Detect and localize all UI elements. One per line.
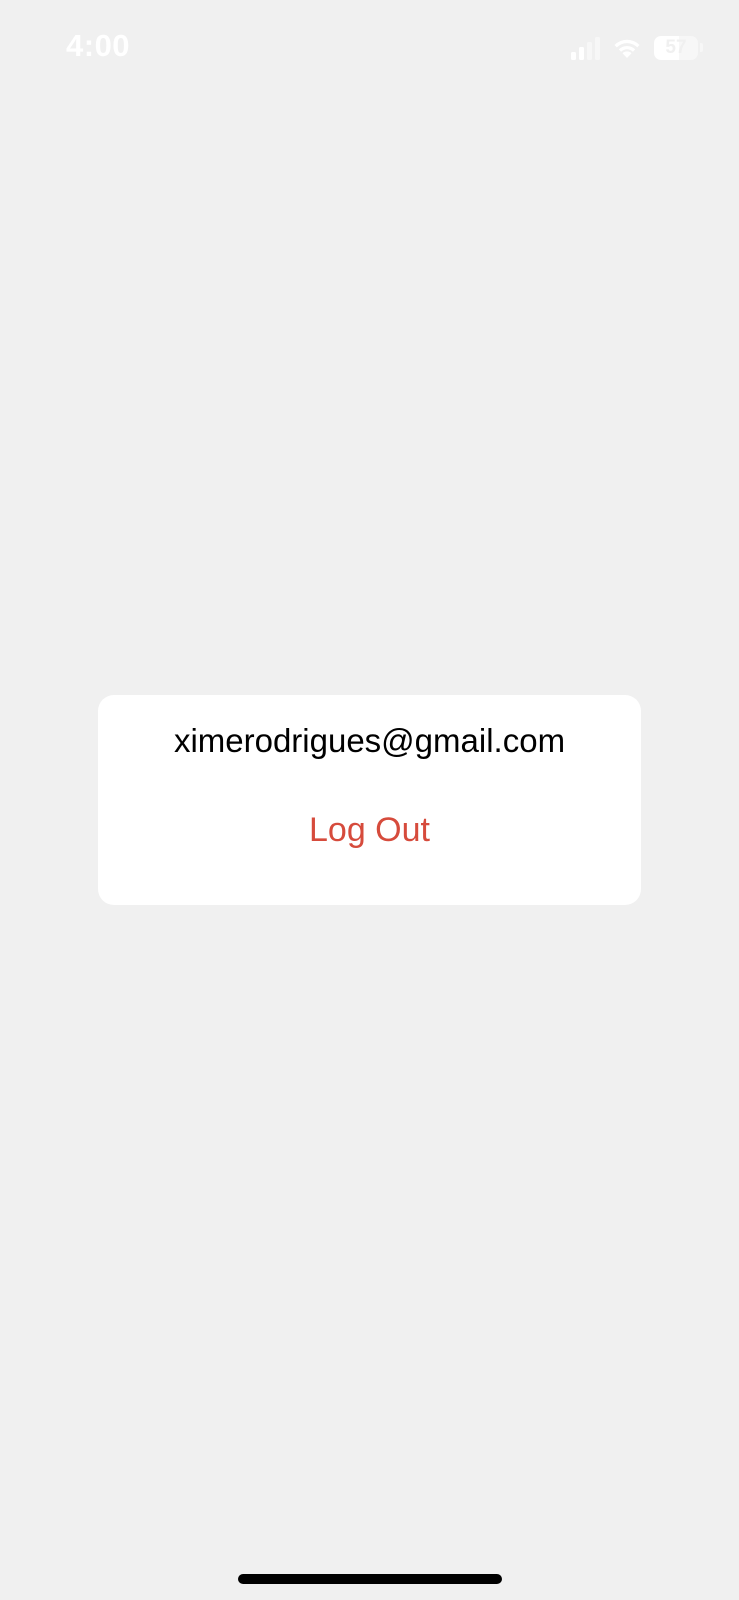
battery-level: 57 <box>665 37 687 58</box>
home-indicator[interactable] <box>238 1574 502 1584</box>
battery-icon: 57 <box>654 36 698 60</box>
account-card: ximerodrigues@gmail.com Log Out <box>98 695 641 905</box>
status-time: 4:00 <box>66 28 131 63</box>
status-bar: 4:00 57 <box>0 0 739 96</box>
logout-button[interactable]: Log Out <box>270 811 470 850</box>
wifi-icon <box>612 36 642 60</box>
account-email: ximerodrigues@gmail.com <box>173 722 566 759</box>
battery-cap <box>700 42 703 52</box>
screen: 4:00 57 ximerodrigues@gmail.com Log Out <box>0 0 739 1600</box>
signal-icon <box>571 36 600 60</box>
status-icons: 57 <box>571 34 703 60</box>
